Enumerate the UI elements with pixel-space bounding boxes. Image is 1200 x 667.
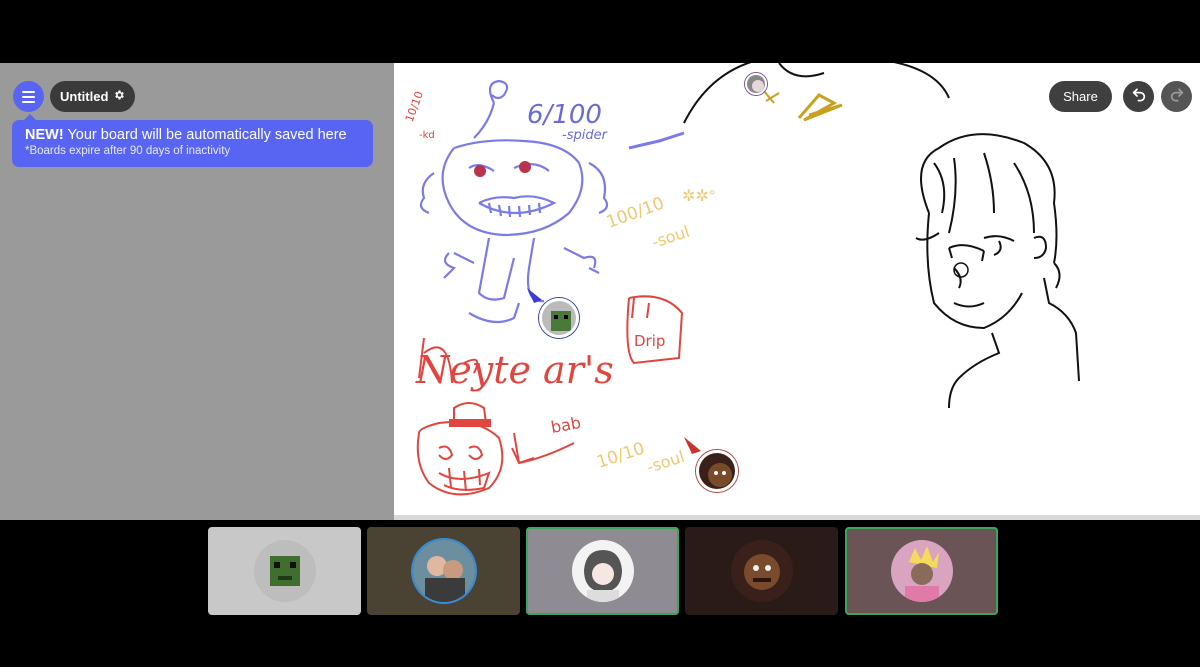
participant-tile[interactable] (685, 527, 838, 615)
participant-tile[interactable] (208, 527, 361, 615)
menu-button[interactable] (13, 81, 44, 112)
avatar (571, 540, 634, 602)
stroke-gold-scribble (797, 93, 843, 122)
notice-strong: NEW! (25, 127, 64, 143)
canvas-drawings: 6/100 -spider 10/10 -kd 100/10 -soul ✲✲°… (403, 63, 1080, 496)
label-score-top: 6/100 (527, 100, 602, 130)
hamburger-icon (22, 89, 35, 104)
gear-icon (113, 89, 125, 104)
participant-tile[interactable] (526, 527, 679, 615)
avatar (730, 540, 793, 602)
activity-window: 6/100 -spider 10/10 -kd 100/10 -soul ✲✲°… (0, 0, 1200, 667)
cursor-arrow-blue (527, 288, 542, 303)
whiteboard-canvas[interactable]: 6/100 -spider 10/10 -kd 100/10 -soul ✲✲°… (394, 63, 1200, 515)
top-letterbox (0, 0, 1200, 63)
label-drip: Drip (634, 332, 665, 350)
board-title-button[interactable]: Untitled (50, 81, 136, 112)
collaborator-cursor-avatar-2 (696, 450, 738, 492)
collaborator-cursor-avatar-1 (539, 298, 579, 338)
avatar (890, 540, 953, 602)
board-title: Untitled (60, 89, 109, 104)
label-big-word: Neyte ar's (415, 348, 614, 392)
avatar (253, 540, 316, 602)
redo-icon (1169, 86, 1185, 107)
label-score-soul-1: 100/10 (604, 193, 667, 232)
notice-subtext: *Boards expire after 90 days of inactivi… (25, 145, 231, 157)
label-score-soul-1-author: -soul (649, 222, 691, 252)
label-score-soul-2-author: -soul (644, 447, 686, 477)
yellow-star-doodle: ✲✲° (682, 188, 715, 205)
avatar (412, 540, 475, 602)
undo-button[interactable] (1123, 81, 1154, 112)
share-button[interactable]: Share (1049, 81, 1112, 112)
label-score-soul-2: 10/10 (594, 439, 647, 473)
participant-tile[interactable] (845, 527, 998, 615)
collaborator-cursor-avatar-3 (745, 73, 767, 95)
label-bab: bab (549, 413, 582, 437)
redo-button[interactable] (1161, 81, 1192, 112)
label-score-top-author: -spider (562, 128, 609, 143)
label-corner-author: -kd (419, 130, 435, 141)
notice-message: Your board will be automatically saved h… (63, 127, 347, 143)
undo-icon (1131, 86, 1147, 107)
participant-strip (0, 520, 1200, 667)
label-corner-mark: 10/10 (403, 89, 426, 123)
portrait-sketch (915, 133, 1080, 409)
cursor-arrow-red (684, 437, 701, 454)
autosave-notice: NEW! Your board will be automatically sa… (12, 114, 373, 167)
participant-tile[interactable] (367, 527, 520, 615)
